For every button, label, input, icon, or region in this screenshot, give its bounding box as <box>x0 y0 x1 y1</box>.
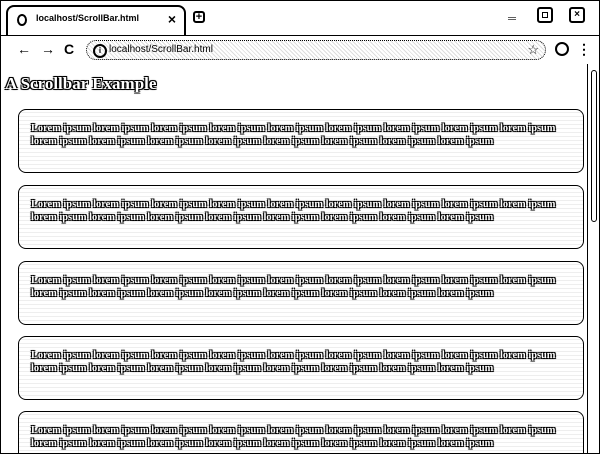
profile-icon[interactable] <box>555 42 569 56</box>
tab-strip: localhost/ScrollBar.html × + ‗ × <box>1 1 599 35</box>
maximize-icon[interactable] <box>537 7 553 23</box>
lorem-card: Lorem ipsum lorem ipsum lorem ipsum lore… <box>18 336 584 400</box>
close-tab-icon[interactable]: × <box>168 11 176 27</box>
tab-title: localhost/ScrollBar.html <box>36 13 140 23</box>
minimize-icon[interactable]: ‗ <box>504 4 520 21</box>
address-bar[interactable]: i localhost/ScrollBar.html ☆ <box>86 40 546 60</box>
tab-scrollbar-page[interactable]: localhost/ScrollBar.html × <box>6 5 186 35</box>
back-arrow-icon[interactable]: ← <box>17 41 31 57</box>
vertical-scrollbar[interactable] <box>587 64 599 453</box>
reload-icon[interactable]: C <box>64 41 74 57</box>
card-text: Lorem ipsum lorem ipsum lorem ipsum lore… <box>31 275 556 299</box>
page-content: A Scrollbar Example Lorem ipsum lorem ip… <box>1 64 587 453</box>
lorem-card: Lorem ipsum lorem ipsum lorem ipsum lore… <box>18 185 584 249</box>
lorem-card: Lorem ipsum lorem ipsum lorem ipsum lore… <box>18 411 584 453</box>
browser-window: localhost/ScrollBar.html × + ‗ × ← → C i… <box>0 0 600 454</box>
browser-toolbar: ← → C i localhost/ScrollBar.html ☆ ⋮ <box>1 35 599 65</box>
new-tab-icon[interactable]: + <box>193 11 205 23</box>
lorem-card: Lorem ipsum lorem ipsum lorem ipsum lore… <box>18 261 584 325</box>
card-text: Lorem ipsum lorem ipsum lorem ipsum lore… <box>31 123 556 147</box>
browser-menu-icon[interactable]: ⋮ <box>577 41 591 57</box>
address-url[interactable]: localhost/ScrollBar.html <box>109 44 213 55</box>
bookmark-star-icon[interactable]: ☆ <box>527 42 539 58</box>
close-window-icon[interactable]: × <box>569 7 585 23</box>
page-title: A Scrollbar Example <box>5 74 157 93</box>
card-text: Lorem ipsum lorem ipsum lorem ipsum lore… <box>31 350 556 374</box>
lorem-card: Lorem ipsum lorem ipsum lorem ipsum lore… <box>18 109 584 173</box>
card-text: Lorem ipsum lorem ipsum lorem ipsum lore… <box>31 425 556 449</box>
card-text: Lorem ipsum lorem ipsum lorem ipsum lore… <box>31 199 556 223</box>
forward-arrow-icon[interactable]: → <box>41 41 55 57</box>
page-favicon-icon <box>17 14 27 26</box>
scrollbar-thumb[interactable] <box>591 70 597 222</box>
site-info-icon[interactable]: i <box>93 44 107 58</box>
